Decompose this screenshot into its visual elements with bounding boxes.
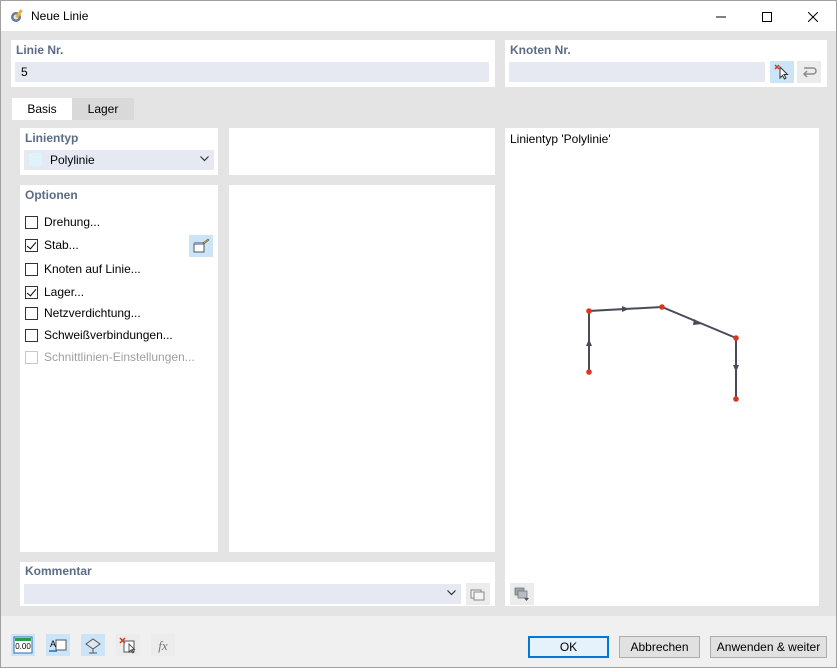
line-number-label: Linie Nr. bbox=[16, 43, 64, 57]
preview-options-button[interactable] bbox=[510, 583, 534, 605]
linetype-select[interactable]: Polylinie bbox=[24, 150, 214, 170]
line-number-group: Linie Nr. 5 bbox=[11, 40, 495, 87]
mesh-refinement-checkbox[interactable] bbox=[25, 306, 38, 320]
polyline-node bbox=[733, 396, 739, 402]
support-label: Lager... bbox=[44, 285, 85, 299]
units-icon: 0.00 bbox=[13, 636, 33, 654]
layers-icon bbox=[514, 587, 529, 601]
option-mesh-refinement[interactable]: Netzverdichtung... bbox=[25, 304, 141, 322]
node-number-field[interactable] bbox=[509, 62, 765, 82]
display-button[interactable]: A bbox=[46, 634, 70, 656]
support-checkbox[interactable] bbox=[25, 285, 38, 299]
options-detail-panel bbox=[229, 185, 495, 552]
chevron-down-icon bbox=[447, 590, 456, 596]
formula-button[interactable]: fx bbox=[151, 634, 175, 656]
linetype-selected-value: Polylinie bbox=[50, 153, 95, 167]
title-bar: Neue Linie bbox=[0, 0, 837, 31]
section-line-settings-checkbox bbox=[25, 350, 38, 364]
preview-panel: Linientyp 'Polylinie' bbox=[505, 128, 819, 606]
window-title: Neue Linie bbox=[31, 9, 89, 23]
welds-checkbox[interactable] bbox=[25, 328, 38, 342]
polyline-preview bbox=[586, 304, 739, 402]
svg-text:A: A bbox=[50, 639, 56, 649]
tab-lager[interactable]: Lager bbox=[72, 98, 134, 120]
node-number-label: Knoten Nr. bbox=[510, 43, 571, 57]
option-welds[interactable]: Schweißverbindungen... bbox=[25, 326, 173, 344]
direction-arrow bbox=[622, 306, 629, 312]
direction-arrow bbox=[586, 339, 592, 346]
svg-text:fx: fx bbox=[158, 638, 168, 653]
section-line-settings-label: Schnittlinien-Einstellungen... bbox=[44, 350, 195, 364]
display-icon: A bbox=[49, 639, 67, 652]
rotation-label: Drehung... bbox=[44, 215, 101, 229]
pick-cursor-icon bbox=[774, 64, 789, 80]
dialog-body: Linie Nr. 5 Knoten Nr. Basis Lager Linie… bbox=[0, 31, 837, 668]
option-rotation[interactable]: Drehung... bbox=[25, 213, 100, 231]
polyline-node bbox=[733, 335, 739, 341]
member-checkbox[interactable] bbox=[25, 238, 38, 252]
comment-library-button[interactable] bbox=[466, 583, 490, 605]
mesh-refinement-label: Netzverdichtung... bbox=[44, 306, 141, 320]
rotation-checkbox[interactable] bbox=[25, 215, 38, 229]
options-label: Optionen bbox=[25, 188, 78, 202]
linetype-group: Linientyp Polylinie bbox=[20, 128, 218, 175]
line-number-field[interactable]: 5 bbox=[15, 62, 489, 82]
node-number-group: Knoten Nr. bbox=[505, 40, 827, 87]
option-section-line-settings: Schnittlinien-Einstellungen... bbox=[25, 348, 195, 366]
line-edit-icon bbox=[9, 8, 25, 24]
close-button[interactable] bbox=[790, 1, 836, 32]
linetype-label: Linientyp bbox=[25, 131, 79, 145]
cancel-button[interactable]: Abbrechen bbox=[619, 636, 700, 658]
view-icon bbox=[85, 638, 101, 654]
maximize-button[interactable] bbox=[744, 1, 790, 32]
reverse-button[interactable] bbox=[797, 61, 821, 83]
apply-continue-button[interactable]: Anwenden & weiter bbox=[710, 636, 827, 658]
comment-label: Kommentar bbox=[25, 564, 92, 578]
member-edit-icon bbox=[193, 238, 210, 253]
tab-basis[interactable]: Basis bbox=[12, 98, 72, 120]
select-delete-icon bbox=[119, 637, 136, 654]
nodes-on-line-label: Knoten auf Linie... bbox=[44, 262, 141, 276]
formula-icon: fx bbox=[158, 638, 168, 653]
chevron-down-icon bbox=[200, 156, 209, 162]
copy-icon bbox=[470, 589, 485, 601]
option-support[interactable]: Lager... bbox=[25, 283, 84, 301]
member-settings-button[interactable] bbox=[189, 235, 213, 257]
comment-field[interactable] bbox=[24, 584, 461, 604]
view-button[interactable] bbox=[81, 634, 105, 656]
minimize-button[interactable] bbox=[698, 1, 744, 32]
welds-label: Schweißverbindungen... bbox=[44, 328, 173, 342]
units-button[interactable]: 0.00 bbox=[11, 634, 35, 656]
comment-group: Kommentar bbox=[20, 562, 495, 606]
member-label: Stab... bbox=[44, 238, 79, 252]
nodes-on-line-checkbox[interactable] bbox=[25, 262, 38, 276]
select-delete-button[interactable] bbox=[116, 634, 140, 656]
polyline-node bbox=[659, 304, 665, 310]
polyline-node bbox=[586, 308, 592, 314]
direction-arrow bbox=[733, 365, 739, 372]
pick-node-button[interactable] bbox=[770, 61, 794, 83]
ok-button[interactable]: OK bbox=[528, 636, 609, 658]
linetype-color-swatch bbox=[29, 153, 42, 166]
option-nodes-on-line[interactable]: Knoten auf Linie... bbox=[25, 260, 141, 278]
direction-arrow bbox=[693, 319, 702, 325]
polyline-node bbox=[586, 369, 592, 375]
linetype-extra-panel bbox=[229, 128, 495, 175]
option-member[interactable]: Stab... bbox=[25, 236, 79, 254]
polyline-path bbox=[588, 305, 737, 399]
svg-text:0.00: 0.00 bbox=[15, 642, 31, 651]
return-arrow-icon bbox=[802, 67, 817, 78]
